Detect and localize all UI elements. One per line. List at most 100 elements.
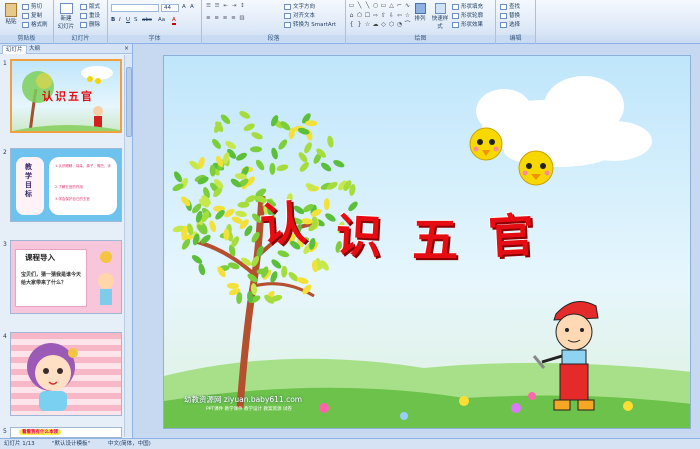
align-icons[interactable]: ≡ ≡ ≡ ≡ ▥ [206, 15, 246, 21]
format-painter-button[interactable]: 格式刷 [22, 20, 48, 28]
paste-icon [5, 3, 17, 17]
tree-leaf [269, 162, 276, 175]
tree-leaf [235, 210, 247, 218]
tree-leaf [212, 138, 221, 149]
brush-icon [22, 21, 29, 28]
format-painter-label: 格式刷 [31, 22, 48, 28]
select-label: 选择 [509, 22, 521, 28]
slide-count: 幻灯片 1/13 [4, 441, 35, 447]
font-group: 44 A A B I U S abc Aa A 字体 [108, 0, 202, 44]
layout-label: 版式 [89, 4, 101, 10]
arrange-button[interactable]: 排列 [412, 3, 428, 22]
tab-slides[interactable]: 幻灯片 [2, 45, 27, 54]
shape-effects-label: 形状效果 [461, 22, 484, 28]
pane-tabs: 幻灯片 大纲 × [0, 44, 132, 54]
new-slide-icon [59, 3, 73, 14]
tree-leaf [236, 152, 247, 161]
title-char-2[interactable]: 识 [334, 199, 383, 267]
effects-icon [452, 21, 459, 28]
layout-button[interactable]: 版式 [80, 2, 100, 10]
thumb-5-label: 看看我有什么本领 [19, 429, 61, 435]
thumb-2-line-1: 1.认识眼睛、耳朵、鼻子、嘴巴、手 [55, 164, 111, 168]
select-button[interactable]: 选择 [500, 20, 520, 28]
shape-outline-button[interactable]: 形状轮廓 [452, 11, 483, 19]
font-name-combo[interactable] [111, 4, 159, 12]
arrange-label: 排列 [414, 16, 426, 22]
tree-leaf [320, 162, 332, 172]
shadow-button[interactable]: S [134, 17, 138, 23]
bullets-icon[interactable]: ☰ ☰ ⇤ ⇥ ↕ [206, 3, 246, 9]
slides-group-label: 幻灯片 [54, 35, 107, 43]
layout-icon [80, 3, 87, 10]
font-group-label: 字体 [108, 35, 201, 43]
delete-slide-button[interactable]: 删除 [80, 20, 100, 28]
font-size-combo[interactable]: 44 [161, 4, 179, 12]
thumb-1-title: 认识五官 [42, 90, 94, 103]
tree-leaf [226, 282, 239, 289]
tree-leaf [296, 277, 309, 284]
copy-icon [22, 12, 29, 19]
replace-label: 替换 [509, 13, 521, 19]
tree-leaf [223, 228, 230, 241]
reset-label: 重设 [89, 13, 101, 19]
slide-canvas[interactable]: 认 识 五 官 幼教资源网 ziyuan.baby611.com PPT课件 教… [163, 55, 691, 429]
paste-button[interactable]: 粘贴 [3, 3, 19, 25]
thumb-2-label: 教学目标 [25, 163, 32, 198]
quick-styles-button[interactable]: 快速样式 [430, 3, 450, 30]
slide-thumbnail-5[interactable]: 看看我有什么本领 [10, 427, 122, 438]
find-button[interactable]: 查找 [500, 2, 520, 10]
tree-leaf [255, 159, 265, 171]
italic-button[interactable]: I [119, 17, 121, 23]
tree-leaf [209, 220, 217, 233]
thumb-number: 3 [3, 241, 7, 248]
grow-font-icon[interactable]: A [182, 4, 186, 10]
slide-thumbnail-3[interactable]: 课程导入 宝贝们，猜一猜我是谁今天给大家带来了什么？ [10, 240, 122, 314]
find-label: 查找 [509, 4, 521, 10]
tree-leaf [281, 265, 288, 278]
slides-pane: 幻灯片 大纲 × 1 认识五官 2 教学目标 1.认识眼睛、耳朵、鼻子、嘴巴、手… [0, 44, 133, 438]
reset-button[interactable]: 重设 [80, 11, 100, 19]
text-direction-button[interactable]: 文字方向 [284, 2, 315, 10]
smartart-button[interactable]: 转换为 SmartArt [284, 20, 336, 28]
close-icon[interactable]: × [124, 45, 129, 52]
cut-button[interactable]: 剪切 [22, 2, 42, 10]
change-case-button[interactable]: Aa [158, 17, 165, 23]
shapes-gallery[interactable]: ▭ ╲ ╲ ○ ▭ △ ⌐ ∿ ⌂ ⬠ ☐ ⇨ ⇧ ⇩ ⇦ ☆ {} ☆ ☁ ◇ ⬡ ◔ ⌒ [348, 2, 411, 30]
font-color-button[interactable]: A [172, 17, 176, 25]
arrange-icon [414, 3, 426, 14]
watermark-text: 幼教资源网 ziyuan.baby611.com [184, 395, 303, 404]
slide-thumbnail-2[interactable]: 教学目标 1.认识眼睛、耳朵、鼻子、嘴巴、手 2.了解五官的作用 3.学会保护自… [10, 148, 122, 222]
strikethrough-button[interactable]: abc [142, 17, 152, 23]
replace-button[interactable]: 替换 [500, 11, 520, 19]
drawing-group-label: 绘图 [346, 35, 495, 43]
smartart-icon [284, 21, 291, 28]
new-slide-label: 新建 幻灯片 [57, 16, 75, 30]
shrink-font-icon[interactable]: A [190, 4, 194, 10]
language-status[interactable]: 中文(简体，中国) [108, 439, 151, 449]
copy-button[interactable]: 复制 [22, 11, 42, 19]
pane-scrollbar[interactable] [124, 55, 132, 437]
reset-icon [80, 12, 87, 19]
new-slide-button[interactable]: 新建 幻灯片 [56, 3, 76, 30]
bold-button[interactable]: B [111, 17, 115, 23]
status-bar: 幻灯片 1/13 "默认设计模板" 中文(简体，中国) [0, 438, 700, 449]
underline-button[interactable]: U [126, 17, 130, 23]
shape-fill-button[interactable]: 形状填充 [452, 2, 483, 10]
drawing-group: ▭ ╲ ╲ ○ ▭ △ ⌐ ∿ ⌂ ⬠ ☐ ⇨ ⇧ ⇩ ⇦ ☆ {} ☆ ☁ ◇ ⬡ ◔ ⌒ 排列 快速样式 形状填充 … [346, 0, 496, 44]
tab-outline[interactable]: 大纲 [26, 45, 43, 54]
scrollbar-thumb[interactable] [126, 67, 132, 137]
title-char-4[interactable]: 官 [486, 199, 536, 267]
cloud-shape [476, 76, 652, 167]
quick-styles-label: 快速样式 [431, 16, 449, 30]
title-char-1[interactable]: 认 [258, 186, 308, 255]
slide-thumbnail-4[interactable] [10, 332, 122, 416]
copy-label: 复制 [31, 13, 43, 19]
title-char-3[interactable]: 五 [412, 204, 458, 270]
slide-thumbnail-1[interactable]: 认识五官 [10, 59, 122, 133]
shape-effects-button[interactable]: 形状效果 [452, 20, 483, 28]
watermark-subtext: PPT课件 教学课件 教学设计 教案资源 试卷 [206, 407, 292, 412]
align-text-button[interactable]: 对齐文本 [284, 11, 315, 19]
scissors-icon [22, 3, 29, 10]
shape-outline-label: 形状轮廓 [461, 13, 484, 19]
thumb-number: 4 [3, 333, 7, 340]
